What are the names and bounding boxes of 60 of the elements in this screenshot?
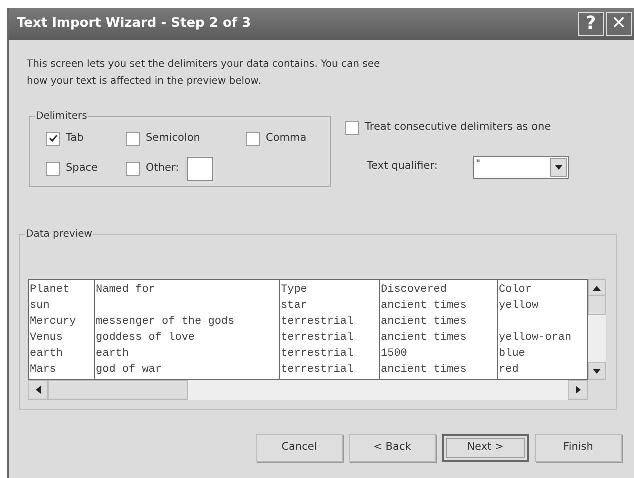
preview-cell: terrestrial [281,316,354,328]
vertical-scrollbar[interactable] [588,279,606,380]
preview-cell: terrestrial [281,348,354,360]
preview-cell: terrestrial [281,364,354,376]
preview-cell: ancient times [381,364,467,376]
preview-cell: earth [30,348,64,360]
preview-cell: god of war [96,364,162,376]
horizontal-scrollbar[interactable] [28,380,588,400]
preview-cell: yellow [499,300,539,312]
checkbox-label: Tab [66,131,84,146]
checkbox[interactable] [246,132,260,146]
preview-cell: earth [96,348,130,360]
preview-cell: Type [281,284,308,296]
dialog-button[interactable]: < Back [349,434,436,462]
preview-cell: red [499,364,519,376]
preview-cell: Planet [30,284,70,296]
preview-cell: terrestrial [281,332,354,344]
text-qualifier-dropdown[interactable]: " [473,156,569,179]
preview-cell: Color [499,284,532,296]
window-title: Text Import Wizard - Step 2 of 3 [17,15,252,34]
help-button[interactable]: ? [578,12,604,36]
checkbox-label: Treat consecutive delimiters as one [365,120,552,135]
scroll-thumb[interactable] [588,294,606,314]
preview-cell: ancient times [381,316,467,328]
field-label: Text qualifier: [367,159,439,174]
scroll-down-icon[interactable] [588,362,606,380]
preview-cell: Mars [30,364,56,376]
preview-cell: blue [499,348,526,360]
checkbox[interactable] [126,162,140,176]
preview-cell: ancient times [381,300,467,312]
preview-cell: Named for [96,284,156,296]
preview-cell: messenger of the gods [96,316,235,328]
preview-cell: sun [30,300,50,312]
preview-cell: ancient times [381,332,467,344]
check-icon [48,134,58,144]
preview-cell: 1500 [381,348,408,360]
checkbox-label: Other: [146,160,180,176]
checkbox[interactable] [46,162,60,176]
preview-cell: star [281,300,308,312]
scroll-thumb[interactable] [48,380,188,400]
dialog-button[interactable]: Cancel [256,434,343,462]
checkbox[interactable] [46,132,60,146]
close-button[interactable]: ✕ [606,12,632,36]
dialog-button[interactable]: Finish [535,434,622,462]
checkbox-label: Semicolon [146,131,200,146]
preview-cell: Venus [30,332,64,344]
preview-cell: goddess of love [96,332,196,344]
other-field[interactable] [187,156,214,181]
dialog-button[interactable]: Next > [442,434,529,462]
checkbox-label: Space [66,160,98,176]
checkbox[interactable] [345,120,359,135]
scroll-left-icon[interactable] [28,380,48,400]
preview-cell: yellow-oran [499,332,572,344]
preview-cell: Discovered [381,284,448,296]
group-label: Data preview [25,227,94,242]
checkbox-label: Comma [266,131,307,146]
instructions-text: This screen lets you set the delimiters your data contains. You can see how your text is affected in the preview below. [27,58,382,89]
scroll-right-icon[interactable] [568,380,588,400]
preview-cell: Mercury [30,316,76,328]
checkbox[interactable] [126,132,140,146]
